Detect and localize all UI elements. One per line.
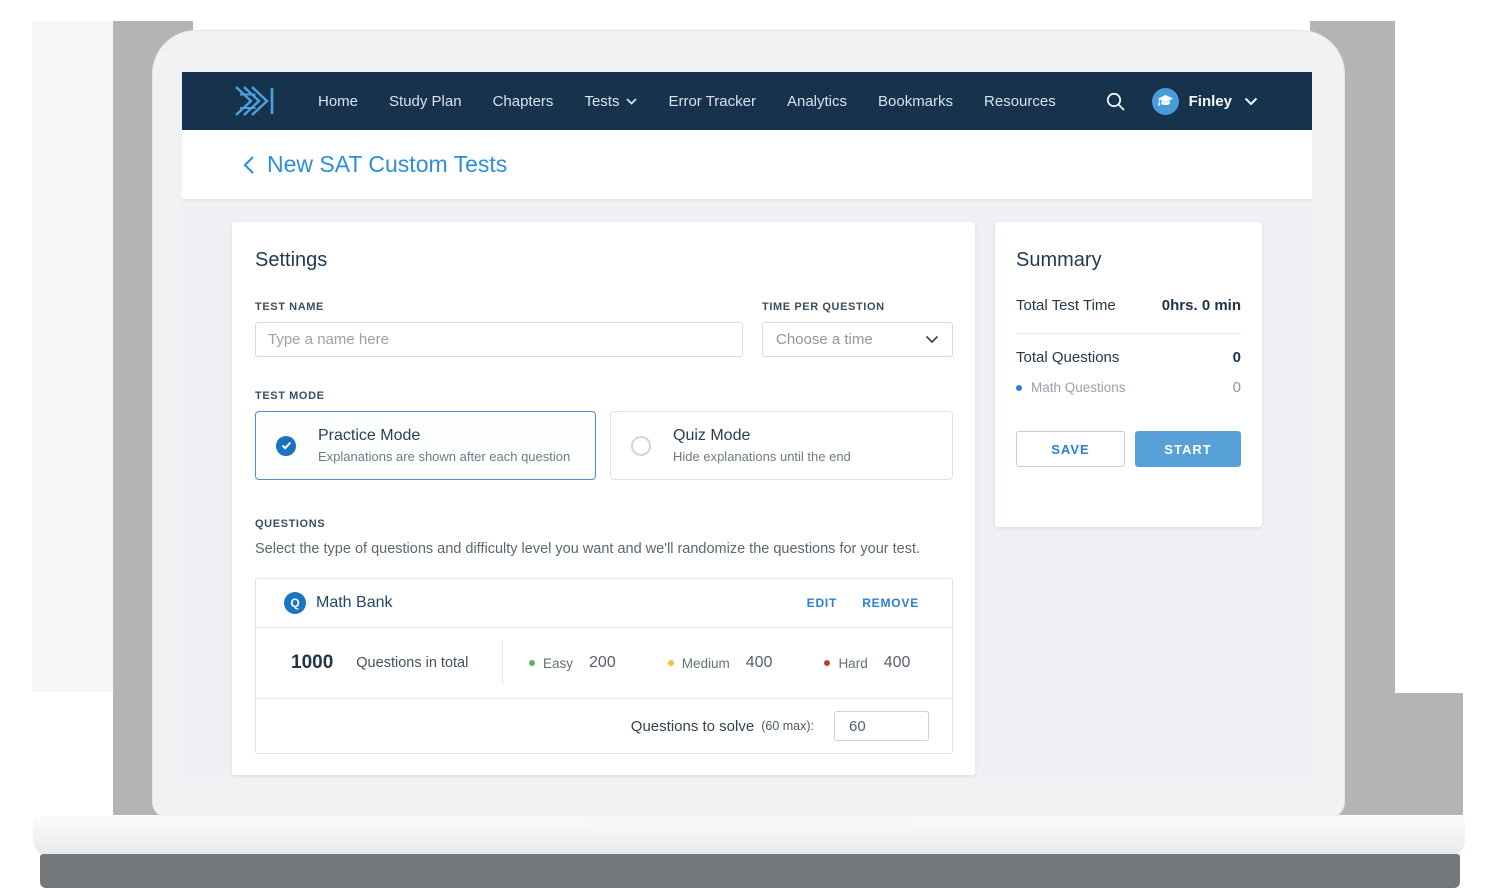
- user-menu-chevron-icon[interactable]: [1244, 97, 1258, 106]
- page-title: New SAT Custom Tests: [267, 151, 507, 178]
- laptop-base-shadow: [40, 854, 1460, 888]
- total-test-time-row: Total Test Time 0hrs. 0 min: [1016, 297, 1241, 314]
- nav-item-tests[interactable]: Tests: [584, 93, 637, 110]
- total-questions-value: 0: [1233, 349, 1241, 366]
- quiz-mode-title: Quiz Mode: [673, 427, 851, 445]
- laptop-deck: [33, 816, 1465, 856]
- chevron-down-icon: [626, 98, 637, 105]
- radio-unselected-icon: [631, 436, 651, 456]
- questions-to-solve-row: Questions to solve (60 max):: [256, 698, 952, 753]
- question-bank-card: Q Math Bank EDIT REMOVE 1000 Questions i…: [255, 578, 953, 754]
- nav-item-chapters[interactable]: Chapters: [493, 93, 554, 110]
- test-mode-options: Practice Mode Explanations are shown aft…: [255, 411, 953, 480]
- summary-heading: Summary: [1016, 249, 1241, 272]
- math-bullet-icon: [1016, 385, 1022, 391]
- quiz-mode-description: Hide explanations until the end: [673, 449, 851, 464]
- nav-item-home[interactable]: Home: [318, 93, 358, 110]
- user-name[interactable]: Finley: [1189, 93, 1232, 110]
- name-time-row: TEST NAME TIME PER QUESTION Choose a tim…: [255, 301, 953, 357]
- user-avatar[interactable]: [1152, 88, 1179, 115]
- summary-divider: [1016, 333, 1241, 334]
- start-button[interactable]: START: [1135, 431, 1241, 467]
- bank-stats-row: 1000 Questions in total Easy 200: [256, 628, 952, 698]
- question-bank-icon: Q: [284, 592, 306, 614]
- math-questions-value: 0: [1233, 379, 1241, 396]
- nav-item-bookmarks[interactable]: Bookmarks: [878, 93, 953, 110]
- remove-bank-link[interactable]: REMOVE: [862, 596, 919, 610]
- questions-description: Select the type of questions and difficu…: [255, 541, 953, 557]
- app-screen: Home Study Plan Chapters Tests Error Tra…: [182, 72, 1312, 778]
- nav-item-resources[interactable]: Resources: [984, 93, 1056, 110]
- total-test-time-label: Total Test Time: [1016, 297, 1116, 314]
- test-mode-label: TEST MODE: [255, 390, 953, 402]
- hard-difficulty-item: Hard 400: [824, 654, 910, 672]
- total-questions-label: Total Questions: [1016, 349, 1119, 366]
- math-questions-row: Math Questions 0: [1016, 379, 1241, 396]
- total-questions-row: Total Questions 0: [1016, 349, 1241, 366]
- questions-to-solve-label: Questions to solve: [631, 718, 754, 735]
- difficulty-legend: Easy 200 Medium 400 Ha: [503, 654, 910, 672]
- nav-items: Home Study Plan Chapters Tests Error Tra…: [318, 93, 1056, 110]
- questions-label: QUESTIONS: [255, 518, 953, 530]
- medium-difficulty-item: Medium 400: [668, 654, 773, 672]
- bank-header: Q Math Bank EDIT REMOVE: [256, 579, 952, 628]
- test-name-label: TEST NAME: [255, 301, 743, 313]
- brand-logo-icon[interactable]: [232, 81, 278, 121]
- graduation-cap-icon: [1157, 94, 1174, 108]
- quiz-mode-option[interactable]: Quiz Mode Hide explanations until the en…: [610, 411, 953, 480]
- nav-item-study-plan[interactable]: Study Plan: [389, 93, 462, 110]
- page-content: Settings TEST NAME TIME PER QUESTION Cho…: [182, 199, 1312, 778]
- time-select-value: Choose a time: [776, 331, 873, 348]
- nav-item-error-tracker[interactable]: Error Tracker: [668, 93, 756, 110]
- bank-name: Math Bank: [316, 594, 392, 612]
- back-icon[interactable]: [243, 155, 255, 175]
- questions-to-solve-max: (60 max):: [761, 719, 814, 733]
- practice-mode-option[interactable]: Practice Mode Explanations are shown aft…: [255, 411, 596, 480]
- hard-dot-icon: [824, 660, 830, 666]
- total-test-time-value: 0hrs. 0 min: [1162, 297, 1241, 314]
- test-name-input[interactable]: [255, 322, 743, 357]
- easy-difficulty-item: Easy 200: [529, 654, 616, 672]
- laptop-screen-bezel: Home Study Plan Chapters Tests Error Tra…: [152, 30, 1345, 818]
- laptop-deck-notch: [584, 816, 914, 831]
- summary-card: Summary Total Test Time 0hrs. 0 min Tota…: [995, 222, 1262, 527]
- practice-mode-description: Explanations are shown after each questi…: [318, 449, 570, 464]
- medium-dot-icon: [668, 660, 674, 666]
- questions-to-solve-input[interactable]: [834, 711, 929, 741]
- total-question-label: Questions in total: [356, 655, 468, 671]
- time-per-question-select[interactable]: Choose a time: [762, 322, 953, 357]
- nav-right-cluster: Finley: [1105, 88, 1258, 115]
- search-icon[interactable]: [1105, 91, 1126, 112]
- time-per-question-label: TIME PER QUESTION: [762, 301, 953, 313]
- nav-item-analytics[interactable]: Analytics: [787, 93, 847, 110]
- settings-heading: Settings: [255, 249, 953, 272]
- easy-dot-icon: [529, 660, 535, 666]
- backdrop-light-block: [32, 21, 115, 692]
- chevron-down-icon: [925, 335, 939, 344]
- save-button[interactable]: SAVE: [1016, 431, 1125, 467]
- total-question-count: 1000: [291, 652, 333, 674]
- selected-check-icon: [276, 436, 296, 456]
- top-navbar: Home Study Plan Chapters Tests Error Tra…: [182, 72, 1312, 130]
- practice-mode-title: Practice Mode: [318, 427, 570, 445]
- page-title-bar: New SAT Custom Tests: [182, 130, 1312, 199]
- math-questions-label: Math Questions: [1031, 380, 1126, 395]
- settings-card: Settings TEST NAME TIME PER QUESTION Cho…: [232, 222, 975, 775]
- laptop-mockup: Home Study Plan Chapters Tests Error Tra…: [0, 0, 1500, 888]
- edit-bank-link[interactable]: EDIT: [807, 596, 838, 610]
